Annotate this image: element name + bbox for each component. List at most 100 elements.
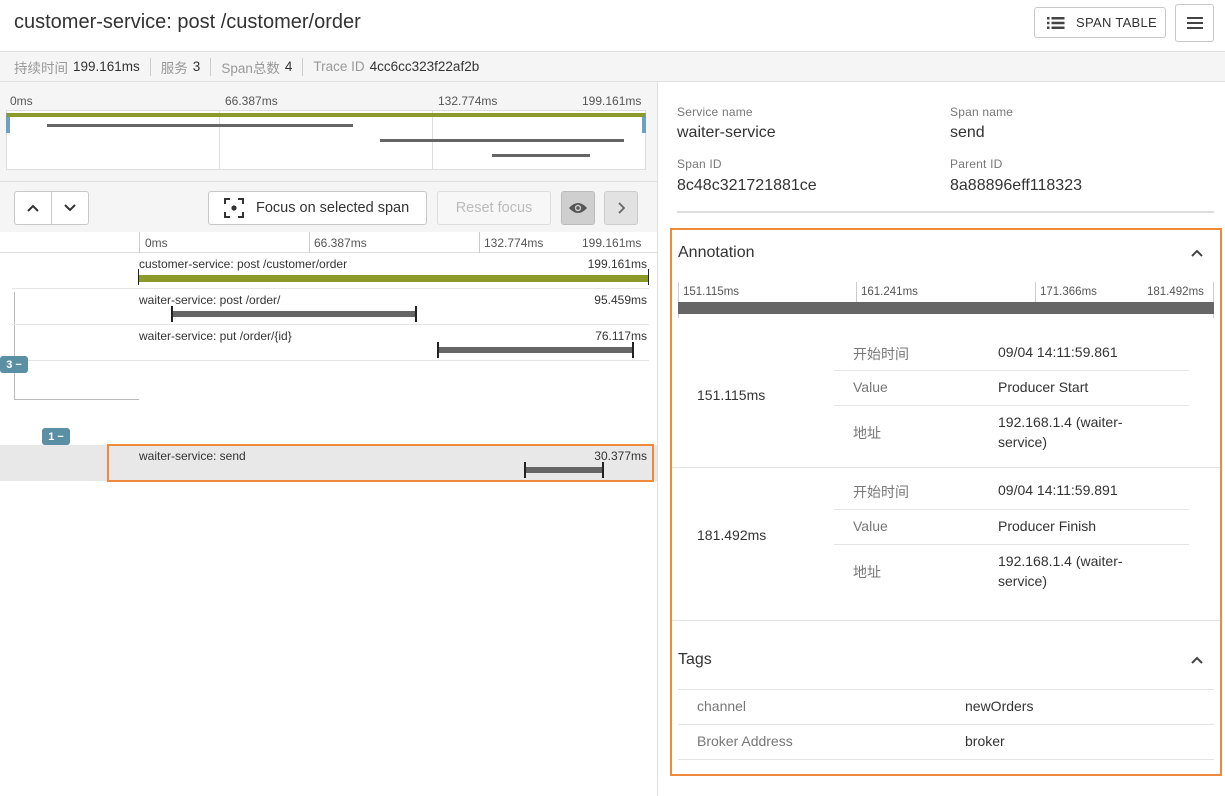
annotation-tick-0: 151.115ms <box>683 286 740 298</box>
annotation-value: 09/04 14:11:59.891 <box>998 482 1118 498</box>
row-divider <box>834 509 1189 510</box>
focus-selected-span-button[interactable]: Focus on selected span <box>208 191 427 225</box>
minimap-span-bar <box>492 154 590 157</box>
tag-key: channel <box>697 698 747 714</box>
span-duration: 199.161ms <box>587 257 647 271</box>
collapse-annotation-icon[interactable] <box>1191 249 1203 257</box>
section-divider <box>672 620 1220 621</box>
annotation-value: Producer Start <box>998 379 1089 395</box>
minimap-canvas[interactable] <box>6 110 646 170</box>
minimap-gridline <box>219 111 220 169</box>
annotation-scale: 151.115ms 161.241ms 171.366ms 181.492ms <box>678 282 1214 318</box>
timeline-ruler: 0ms 66.387ms 132.774ms 199.161ms <box>0 232 657 253</box>
annotation-time: 151.115ms <box>697 387 766 403</box>
ruler-gridline <box>479 232 480 253</box>
minimap-tick-1: 66.387ms <box>225 94 278 108</box>
span-row[interactable]: waiter-service: post /order/ 95.459ms <box>0 289 657 325</box>
minimap-tick-2: 132.774ms <box>438 94 498 108</box>
toggle-visibility-button[interactable] <box>561 191 595 225</box>
span-timeline: 0ms 66.387ms 132.774ms 199.161ms custome… <box>0 232 657 632</box>
chevron-right-icon <box>617 202 625 214</box>
divider <box>677 211 1214 213</box>
span-duration: 95.459ms <box>594 293 647 307</box>
scale-gridline <box>1035 282 1036 302</box>
hamburger-icon <box>1186 17 1203 29</box>
row-divider <box>678 759 1214 760</box>
span-bar-edge <box>415 306 418 322</box>
trace-id-value: 4cc6cc323f22af2b <box>369 59 480 74</box>
ruler-gridline <box>139 232 140 253</box>
trace-id-stat: Trace ID 4cc6cc323f22af2b <box>313 58 489 76</box>
minimap-tick-3: 199.161ms <box>582 94 642 108</box>
span-bar-edge <box>631 342 634 358</box>
timeline-tick-1: 66.387ms <box>314 236 367 250</box>
span-duration: 76.117ms <box>595 329 647 343</box>
annotation-key: 开始时间 <box>853 484 909 500</box>
span-detail-panel: Service name waiter-service Span name se… <box>658 82 1225 796</box>
focus-label: Focus on selected span <box>256 200 410 216</box>
span-name-value: send <box>950 124 985 141</box>
trace-timeline-panel: 0ms 66.387ms 132.774ms 199.161ms Focus o… <box>0 82 657 796</box>
span-row[interactable]: customer-service: post /customer/order 1… <box>0 253 657 289</box>
row-divider <box>12 360 649 361</box>
annotation-key: Value <box>853 379 888 395</box>
annotation-tick-3: 181.492ms <box>1147 286 1204 298</box>
span-bar-edge <box>138 269 139 285</box>
annotation-bar <box>678 302 1214 314</box>
annotation-time: 181.492ms <box>697 527 767 543</box>
selected-span-highlight <box>107 444 654 482</box>
annotation-tick-1: 161.241ms <box>861 286 918 298</box>
span-count-value: 4 <box>284 59 293 74</box>
span-name: customer-service: post /customer/order <box>139 257 348 271</box>
span-count-label: Span总数 <box>221 60 280 76</box>
duration-label: 持续时间 <box>14 60 68 76</box>
annotation-key: 开始时间 <box>853 346 909 362</box>
reset-focus-button[interactable]: Reset focus <box>437 191 551 225</box>
duration-stat: 持续时间 199.161ms <box>14 57 151 76</box>
chevron-up-icon <box>27 204 39 212</box>
collapse-badge-1[interactable]: 1 − <box>42 428 70 445</box>
tag-value: newOrders <box>965 698 1034 714</box>
trace-id-label: Trace ID <box>313 59 365 74</box>
duration-value: 199.161ms <box>73 59 140 74</box>
span-bar <box>437 342 634 358</box>
open-detail-button[interactable] <box>604 191 638 225</box>
minimap-span-bar <box>380 139 624 142</box>
trace-summary-bar: 持续时间 199.161ms 服务 3 Span总数 4 Trace ID 4c… <box>0 52 1225 82</box>
parent-id-label: Parent ID <box>950 157 1003 171</box>
timeline-tick-2: 132.774ms <box>484 236 544 250</box>
span-id-value: 8c48c321721881ce <box>677 177 817 194</box>
annotation-key: 地址 <box>853 564 881 580</box>
expand-down-button[interactable] <box>52 192 89 224</box>
annotation-value: Producer Finish <box>998 518 1097 534</box>
annotation-key: 地址 <box>853 425 881 441</box>
collapse-badge-3[interactable]: 3 − <box>0 356 28 373</box>
annotation-value: 192.168.1.4 (waiter-service) <box>998 414 1123 450</box>
row-divider <box>678 724 1214 725</box>
ruler-gridline <box>309 232 310 253</box>
trace-title: customer-service: post /customer/order <box>14 11 361 33</box>
timeline-controls: Focus on selected span Reset focus <box>0 182 657 232</box>
span-name-label: Span name <box>950 105 1014 119</box>
menu-button[interactable] <box>1175 4 1214 42</box>
scale-gridline <box>856 282 857 302</box>
span-count-stat: Span总数 4 <box>221 57 304 76</box>
trace-minimap[interactable]: 0ms 66.387ms 132.774ms 199.161ms <box>0 82 657 182</box>
minimap-span-bar <box>47 124 353 127</box>
minimap-span-bar <box>7 113 645 117</box>
collapse-up-button[interactable] <box>15 192 52 224</box>
annotation-key: Value <box>853 518 888 534</box>
span-row[interactable]: waiter-service: put /order/{id} 76.117ms <box>0 325 657 361</box>
list-icon <box>1047 16 1065 30</box>
page-header: customer-service: post /customer/order S… <box>0 0 1225 52</box>
collapse-tags-icon[interactable] <box>1191 656 1203 664</box>
row-divider <box>834 370 1189 371</box>
row-divider <box>834 405 1189 406</box>
span-table-button[interactable]: SPAN TABLE <box>1034 7 1166 38</box>
timeline-tick-0: 0ms <box>145 236 168 250</box>
annotation-value: 09/04 14:11:59.861 <box>998 344 1118 360</box>
span-bar <box>138 269 649 285</box>
annotation-title: Annotation <box>678 244 755 261</box>
annotation-tags-section: Annotation 151.115ms 161.241ms 171.366ms… <box>670 228 1222 776</box>
service-name-label: Service name <box>677 105 753 119</box>
